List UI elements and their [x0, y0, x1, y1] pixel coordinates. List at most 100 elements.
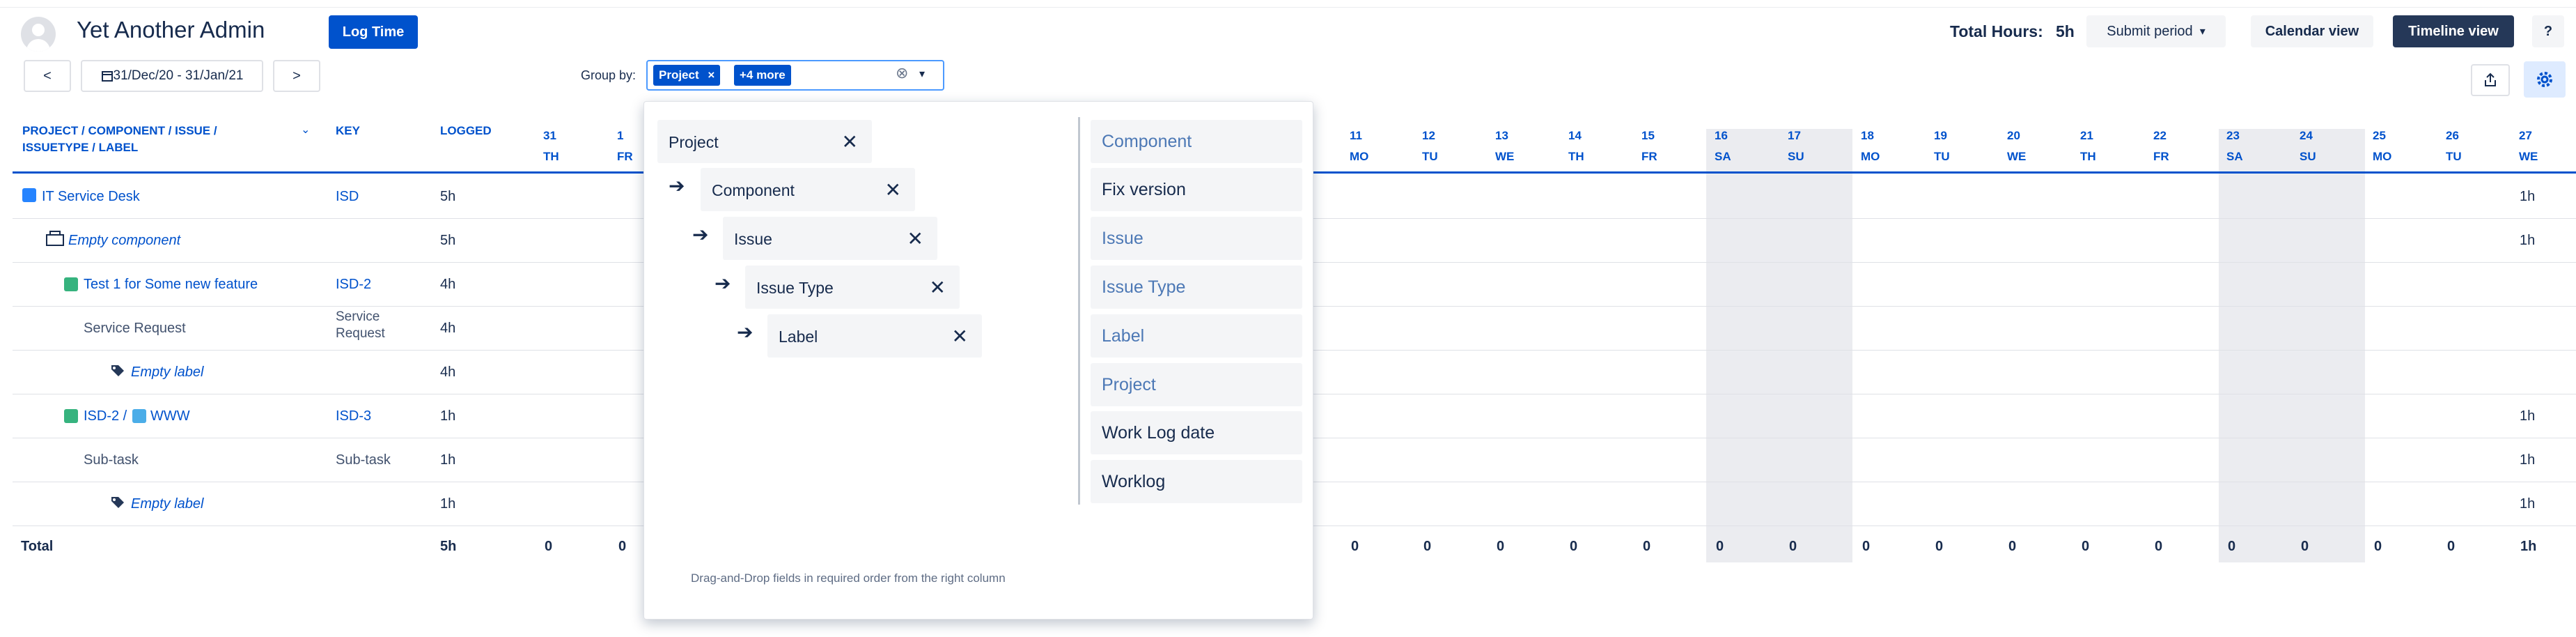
available-field-component[interactable]: Component: [1091, 120, 1302, 163]
close-icon[interactable]: ✕: [885, 178, 901, 201]
day-column-header: 24 SU: [2300, 125, 2334, 167]
close-icon[interactable]: ✕: [952, 325, 968, 348]
row-name-link[interactable]: Test 1 for Some new feature: [84, 276, 258, 293]
total-day-value: 0: [1862, 539, 1871, 554]
row-logged: 1h: [440, 496, 456, 512]
arrow-right-icon: ➔: [669, 175, 685, 197]
column-header-project[interactable]: PROJECT / COMPONENT / ISSUE / ISSUETYPE …: [22, 123, 224, 156]
total-day-value: 0: [2228, 539, 2236, 554]
day-column-header: 27 WE: [2519, 125, 2554, 167]
row-name-link[interactable]: WWW: [150, 408, 190, 424]
total-day-value: 0: [2374, 539, 2382, 554]
available-field-label: Issue Type: [1102, 277, 1186, 297]
row-logged: 1h: [440, 408, 456, 424]
row-day-value[interactable]: 1h: [2520, 496, 2535, 512]
day-column-header: 22 FR: [2153, 125, 2188, 167]
row-day-value[interactable]: 1h: [2520, 408, 2535, 424]
row-day-value[interactable]: 1h: [2520, 188, 2535, 205]
day-number: 25: [2373, 129, 2386, 142]
total-day-value: 0: [1789, 539, 1797, 554]
help-button[interactable]: ?: [2532, 15, 2564, 47]
total-day-value: 0: [2155, 539, 2163, 554]
settings-button[interactable]: [2524, 61, 2566, 98]
available-field-label: Fix version: [1102, 180, 1186, 199]
available-field-issue[interactable]: Issue: [1091, 217, 1302, 260]
close-icon[interactable]: ×: [708, 68, 715, 82]
day-weekday: SU: [2300, 150, 2316, 163]
available-field-project[interactable]: Project: [1091, 363, 1302, 406]
selected-field-issue[interactable]: Issue ✕: [723, 217, 937, 260]
column-header-logged[interactable]: LOGGED: [440, 123, 492, 139]
total-day-value: 0: [618, 539, 627, 554]
available-field-worklog[interactable]: Worklog: [1091, 460, 1302, 503]
column-header-key[interactable]: KEY: [336, 123, 360, 139]
export-button[interactable]: [2471, 64, 2510, 96]
day-weekday: FR: [1641, 150, 1657, 163]
total-day-value: 0: [1497, 539, 1505, 554]
day-number: 31: [543, 129, 556, 142]
prev-period-button[interactable]: <: [24, 60, 71, 92]
day-number: 24: [2300, 129, 2313, 142]
total-day-value: 0: [2008, 539, 2017, 554]
day-number: 22: [2153, 129, 2167, 142]
selected-field-issue-type[interactable]: Issue Type ✕: [745, 266, 960, 309]
row-day-value[interactable]: 1h: [2520, 232, 2535, 249]
day-number: 12: [1422, 129, 1435, 142]
available-field-work-log-date[interactable]: Work Log date: [1091, 411, 1302, 454]
selected-field-component[interactable]: Component ✕: [701, 168, 915, 211]
clear-icon[interactable]: ⊗: [896, 64, 908, 82]
date-range-picker[interactable]: 31/Dec/20 - 31/Jan/21: [81, 60, 263, 92]
group-by-label: Group by:: [581, 68, 637, 82]
chevron-down-icon[interactable]: ▾: [919, 67, 925, 81]
row-name-link[interactable]: Empty label: [131, 364, 204, 381]
row-key-link[interactable]: ISD-2: [336, 276, 371, 293]
top-bar-divider: [0, 0, 2576, 8]
chevron-down-icon[interactable]: ⌄: [301, 123, 310, 137]
available-field-issue-type[interactable]: Issue Type: [1091, 266, 1302, 309]
row-key-link[interactable]: ISD: [336, 188, 359, 205]
day-weekday: MO: [1350, 150, 1369, 163]
row-name-link[interactable]: Empty component: [68, 232, 180, 249]
available-field-fix-version[interactable]: Fix version: [1091, 168, 1302, 211]
group-tag-project[interactable]: Project ×: [653, 65, 721, 86]
weekend-shade-16-17: [1706, 129, 1852, 562]
day-weekday: TH: [2080, 150, 2096, 163]
timeline-view-button[interactable]: Timeline view: [2393, 15, 2514, 47]
available-field-label: Worklog: [1102, 472, 1166, 491]
close-icon[interactable]: ✕: [930, 276, 946, 299]
row-parent-link[interactable]: ISD-2 /: [84, 408, 127, 424]
row-name-link[interactable]: IT Service Desk: [42, 188, 140, 205]
row-logged: 5h: [440, 189, 456, 204]
selected-field-project[interactable]: Project ✕: [657, 120, 872, 163]
day-number: 23: [2226, 129, 2240, 142]
available-field-label[interactable]: Label: [1091, 314, 1302, 358]
date-range-text: 31/Dec/20 - 31/Jan/21: [113, 68, 244, 83]
row-name: Sub-task: [84, 452, 139, 468]
selected-field-label[interactable]: Label ✕: [767, 314, 982, 358]
total-hours-value: 5h: [2056, 22, 2075, 40]
selected-field-label-text: Label: [779, 328, 818, 346]
group-by-select[interactable]: Project × +4 more ⊗ ▾: [646, 60, 944, 91]
submit-period-button[interactable]: Submit period ▾: [2086, 15, 2226, 47]
total-day-value: 1h: [2520, 539, 2537, 554]
story-icon: [64, 277, 78, 291]
row-key: Service Request: [336, 309, 385, 341]
day-weekday: SA: [2226, 150, 2243, 163]
group-tag-more[interactable]: +4 more: [734, 65, 791, 86]
next-period-button[interactable]: >: [273, 60, 320, 92]
log-time-button[interactable]: Log Time: [329, 15, 418, 49]
row-day-value[interactable]: 1h: [2520, 452, 2535, 468]
day-column-header: 12 TU: [1422, 125, 1457, 167]
group-tag-project-label: Project: [659, 68, 699, 82]
calendar-icon: [101, 71, 113, 82]
day-column-header: 23 SA: [2226, 125, 2261, 167]
share-icon: [2485, 72, 2496, 86]
row-name-link[interactable]: Empty label: [131, 496, 204, 512]
total-day-value: 0: [1570, 539, 1578, 554]
close-icon[interactable]: ✕: [907, 227, 923, 250]
calendar-view-button[interactable]: Calendar view: [2251, 15, 2373, 47]
close-icon[interactable]: ✕: [842, 130, 858, 153]
day-number: 14: [1568, 129, 1582, 142]
row-key-link[interactable]: ISD-3: [336, 408, 371, 424]
chevron-down-icon: ▾: [2199, 26, 2206, 38]
